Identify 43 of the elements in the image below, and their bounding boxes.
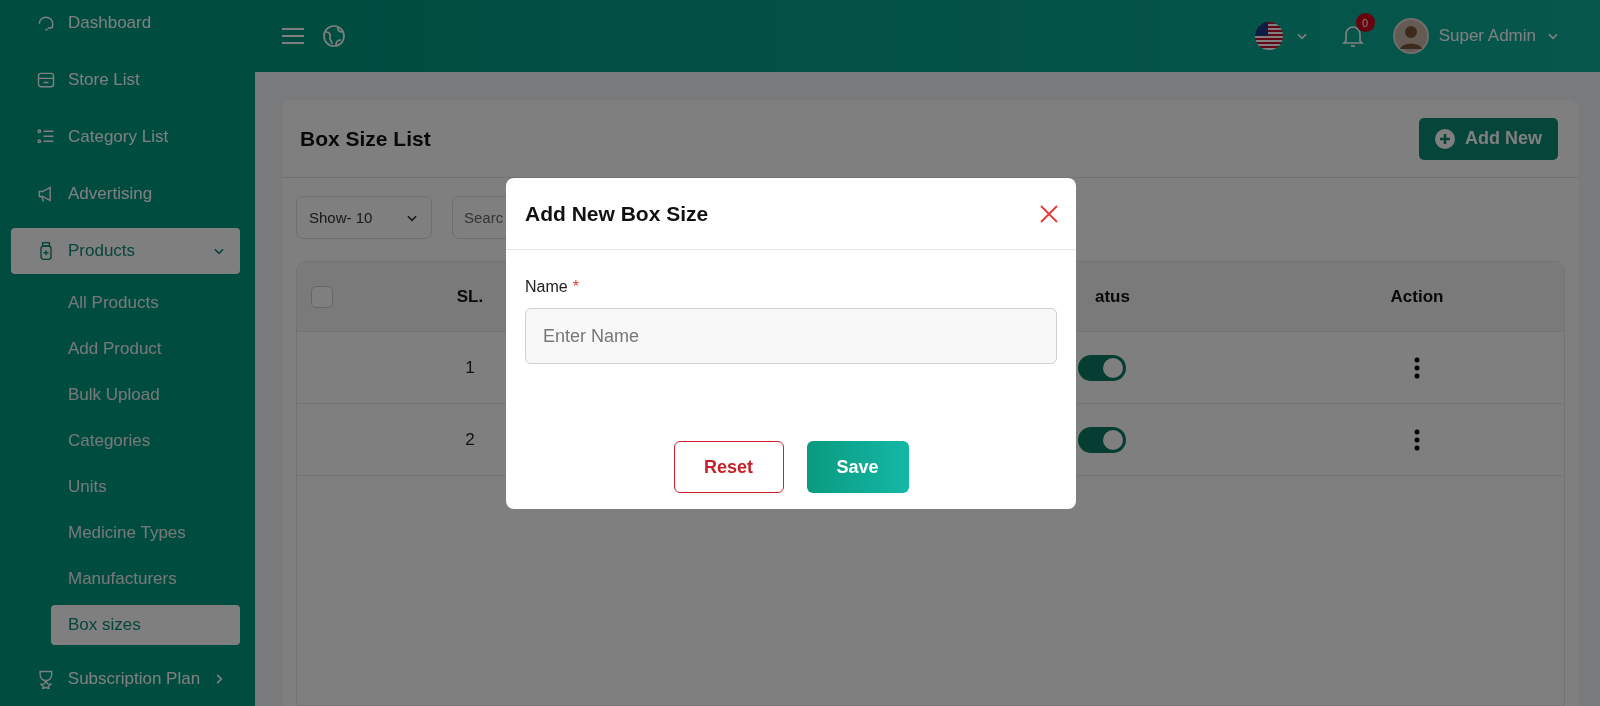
required-mark: * [572,278,579,296]
sidebar-item[interactable]: Products [11,228,240,274]
close-icon[interactable] [1040,204,1058,223]
sidebar-subitem[interactable]: Manufacturers [51,559,240,599]
notification-count: 0 [1355,13,1375,32]
sidebar-subitem[interactable]: Units [51,467,240,507]
sidebar-subitem[interactable]: Medicine Types [51,513,240,553]
select-all-checkbox[interactable] [311,285,333,308]
column-header: atus [1095,286,1130,307]
sidebar-item[interactable]: Dashboard [11,0,240,46]
user-menu[interactable]: Super Admin [1392,18,1560,54]
table-cell: 1 [465,357,475,378]
save-button[interactable]: Save [806,441,909,493]
sidebar-subitem[interactable]: Box sizes [51,605,240,645]
more-icon[interactable] [1414,428,1420,451]
page-title: Box Size List [300,126,431,151]
language-select[interactable] [1254,22,1309,50]
column-header: SL. [456,286,484,307]
globe-icon[interactable] [322,24,346,48]
sidebar-item[interactable]: Advertising [11,171,240,217]
sidebar-subitem[interactable]: Bulk Upload [51,375,240,415]
sidebar-item[interactable]: Category List [11,114,240,160]
name-field[interactable]: Enter Name [525,308,1057,364]
column-header: Action [1390,286,1444,307]
sidebar-item[interactable]: Store List [11,57,240,103]
status-toggle[interactable] [1078,354,1126,381]
table-cell: 2 [465,429,475,450]
reset-button[interactable]: Reset [673,441,784,493]
more-icon[interactable] [1414,356,1420,379]
modal-title: Add New Box Size [525,201,709,226]
sidebar-item[interactable]: Subscription Plan [11,656,240,702]
add-new-button[interactable]: Add New [1419,117,1558,160]
flag-icon [1254,22,1283,50]
page-size-select[interactable]: Show- 10 [296,196,432,239]
menu-icon[interactable] [282,27,304,45]
avatar-icon [1392,18,1429,54]
sidebar-subitem[interactable]: All Products [51,283,240,323]
store-icon [36,70,56,90]
sidebar-subitem[interactable]: Categories [51,421,240,461]
plus-circle-icon [1435,128,1455,149]
sidebar-subitem[interactable]: Add Product [51,329,240,369]
status-toggle[interactable] [1078,426,1126,453]
field-label: Name [525,278,568,296]
